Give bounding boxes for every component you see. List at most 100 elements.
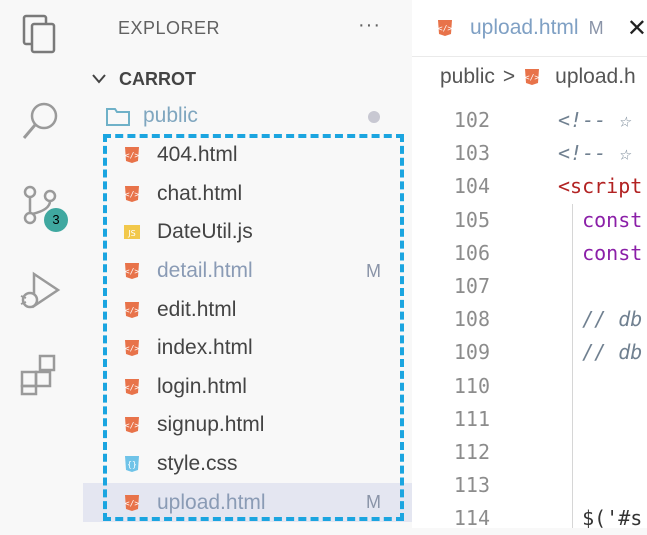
close-icon[interactable]: ✕	[627, 14, 647, 43]
line-number: 110	[453, 373, 490, 398]
svg-text:</>: </>	[125, 190, 140, 199]
line-number-gutter: 102 103 104 105 106 107 108 109 110 111 112 113 114	[412, 104, 490, 535]
line-number: 103	[453, 141, 490, 166]
file-item[interactable]: </> detail.html M	[83, 252, 412, 291]
svg-text:</>: </>	[125, 344, 140, 353]
line-number: 109	[453, 340, 490, 365]
html-file-icon: </>	[436, 19, 454, 37]
tab-label: upload.html	[470, 16, 579, 39]
project-name: CARROT	[119, 68, 196, 89]
file-name: style.css	[157, 452, 238, 476]
search-icon[interactable]	[18, 98, 64, 144]
svg-text:</>: </>	[125, 151, 140, 160]
html-file-icon: </>	[123, 378, 141, 396]
line-number: 111	[453, 406, 490, 431]
file-name: DateUtil.js	[157, 220, 253, 244]
svg-text:</>: </>	[125, 421, 140, 430]
file-name: edit.html	[157, 297, 237, 321]
js-file-icon: JS	[123, 223, 141, 241]
file-item[interactable]: JS DateUtil.js	[83, 213, 412, 252]
code-line: // db	[558, 340, 643, 365]
svg-text:</>: </>	[125, 267, 140, 276]
line-number: 112	[453, 439, 490, 464]
folder-icon	[105, 105, 133, 127]
file-name: detail.html	[157, 259, 253, 283]
file-name: login.html	[157, 374, 247, 398]
html-file-icon: </>	[123, 262, 141, 280]
file-item[interactable]: </> chat.html	[83, 175, 412, 214]
file-item[interactable]: </> index.html	[83, 329, 412, 368]
svg-text:</>: </>	[525, 73, 540, 82]
file-name: signup.html	[157, 413, 265, 437]
file-name: upload.html	[157, 490, 266, 514]
more-actions-button[interactable]: ···	[358, 14, 381, 37]
code-line: const	[558, 207, 643, 232]
file-item[interactable]: </> upload.html M	[83, 483, 412, 522]
chevron-down-icon	[91, 69, 111, 90]
code-line: const	[558, 240, 643, 265]
explorer-icon[interactable]	[18, 12, 64, 58]
explorer-title: EXPLORER	[118, 18, 221, 38]
line-number: 114	[453, 506, 490, 531]
file-item[interactable]: </> login.html	[83, 368, 412, 407]
file-name: index.html	[157, 336, 253, 360]
file-item[interactable]: </> edit.html	[83, 290, 412, 329]
breadcrumb-file[interactable]: upload.h	[555, 65, 636, 89]
file-list: </> 404.html </> chat.html JS DateUtil.js </> d…	[83, 136, 412, 522]
tab-modified-indicator: M	[588, 17, 604, 38]
folder-label: public	[143, 104, 198, 127]
svg-text:</>: </>	[125, 306, 140, 315]
git-status-badge: M	[366, 492, 381, 513]
modified-dot	[368, 111, 380, 123]
line-number: 102	[453, 108, 490, 132]
line-number: 108	[453, 307, 490, 332]
line-number: 107	[453, 273, 490, 298]
html-file-icon: </>	[123, 339, 141, 357]
svg-text:</>: </>	[438, 24, 453, 33]
explorer-sidebar: EXPLORER ··· CARROT public </> 404.html </…	[83, 0, 412, 528]
code-line: <script	[558, 174, 643, 199]
html-file-icon: </>	[123, 301, 141, 319]
tab-upload-html[interactable]: </> upload.html M ✕	[412, 0, 647, 56]
source-control-badge: 3	[44, 208, 68, 232]
html-file-icon: </>	[523, 68, 541, 86]
html-file-icon: </>	[123, 416, 141, 434]
svg-text:</>: </>	[125, 499, 140, 508]
activity-bar: 3	[0, 0, 84, 528]
html-file-icon: </>	[123, 185, 141, 203]
file-item[interactable]: </> 404.html	[83, 136, 412, 175]
html-file-icon: </>	[123, 146, 141, 164]
code-line: // db	[558, 307, 643, 332]
extensions-icon[interactable]	[18, 352, 64, 398]
line-number: 105	[453, 207, 490, 232]
code-view[interactable]: <!-- ☆ <!-- ☆ <script const const // db //…	[558, 104, 647, 535]
breadcrumb-folder[interactable]: public	[440, 65, 495, 89]
folder-public[interactable]: public	[105, 100, 198, 132]
breadcrumb: public > </> upload.h	[412, 57, 647, 97]
project-header[interactable]: CARROT	[91, 66, 196, 92]
svg-text:{}: {}	[127, 460, 137, 469]
code-line: $('#s	[558, 506, 643, 531]
file-item[interactable]: </> signup.html	[83, 406, 412, 445]
line-number: 113	[453, 473, 490, 498]
file-name: chat.html	[157, 181, 243, 205]
git-status-badge: M	[366, 260, 381, 281]
run-debug-icon[interactable]	[18, 268, 64, 314]
css-file-icon: {}	[123, 455, 141, 473]
code-line: <!-- ☆	[558, 108, 631, 132]
line-number: 104	[453, 174, 490, 199]
code-line: <!-- ☆	[558, 141, 631, 166]
svg-text:</>: </>	[125, 383, 140, 392]
file-item[interactable]: {} style.css	[83, 445, 412, 484]
line-number: 106	[453, 240, 490, 265]
file-name: 404.html	[157, 143, 238, 167]
html-file-icon: </>	[123, 494, 141, 512]
svg-text:JS: JS	[127, 229, 135, 238]
breadcrumb-separator: >	[502, 65, 516, 88]
editor-area: </> upload.html M ✕ public > </> upload.…	[412, 0, 647, 530]
